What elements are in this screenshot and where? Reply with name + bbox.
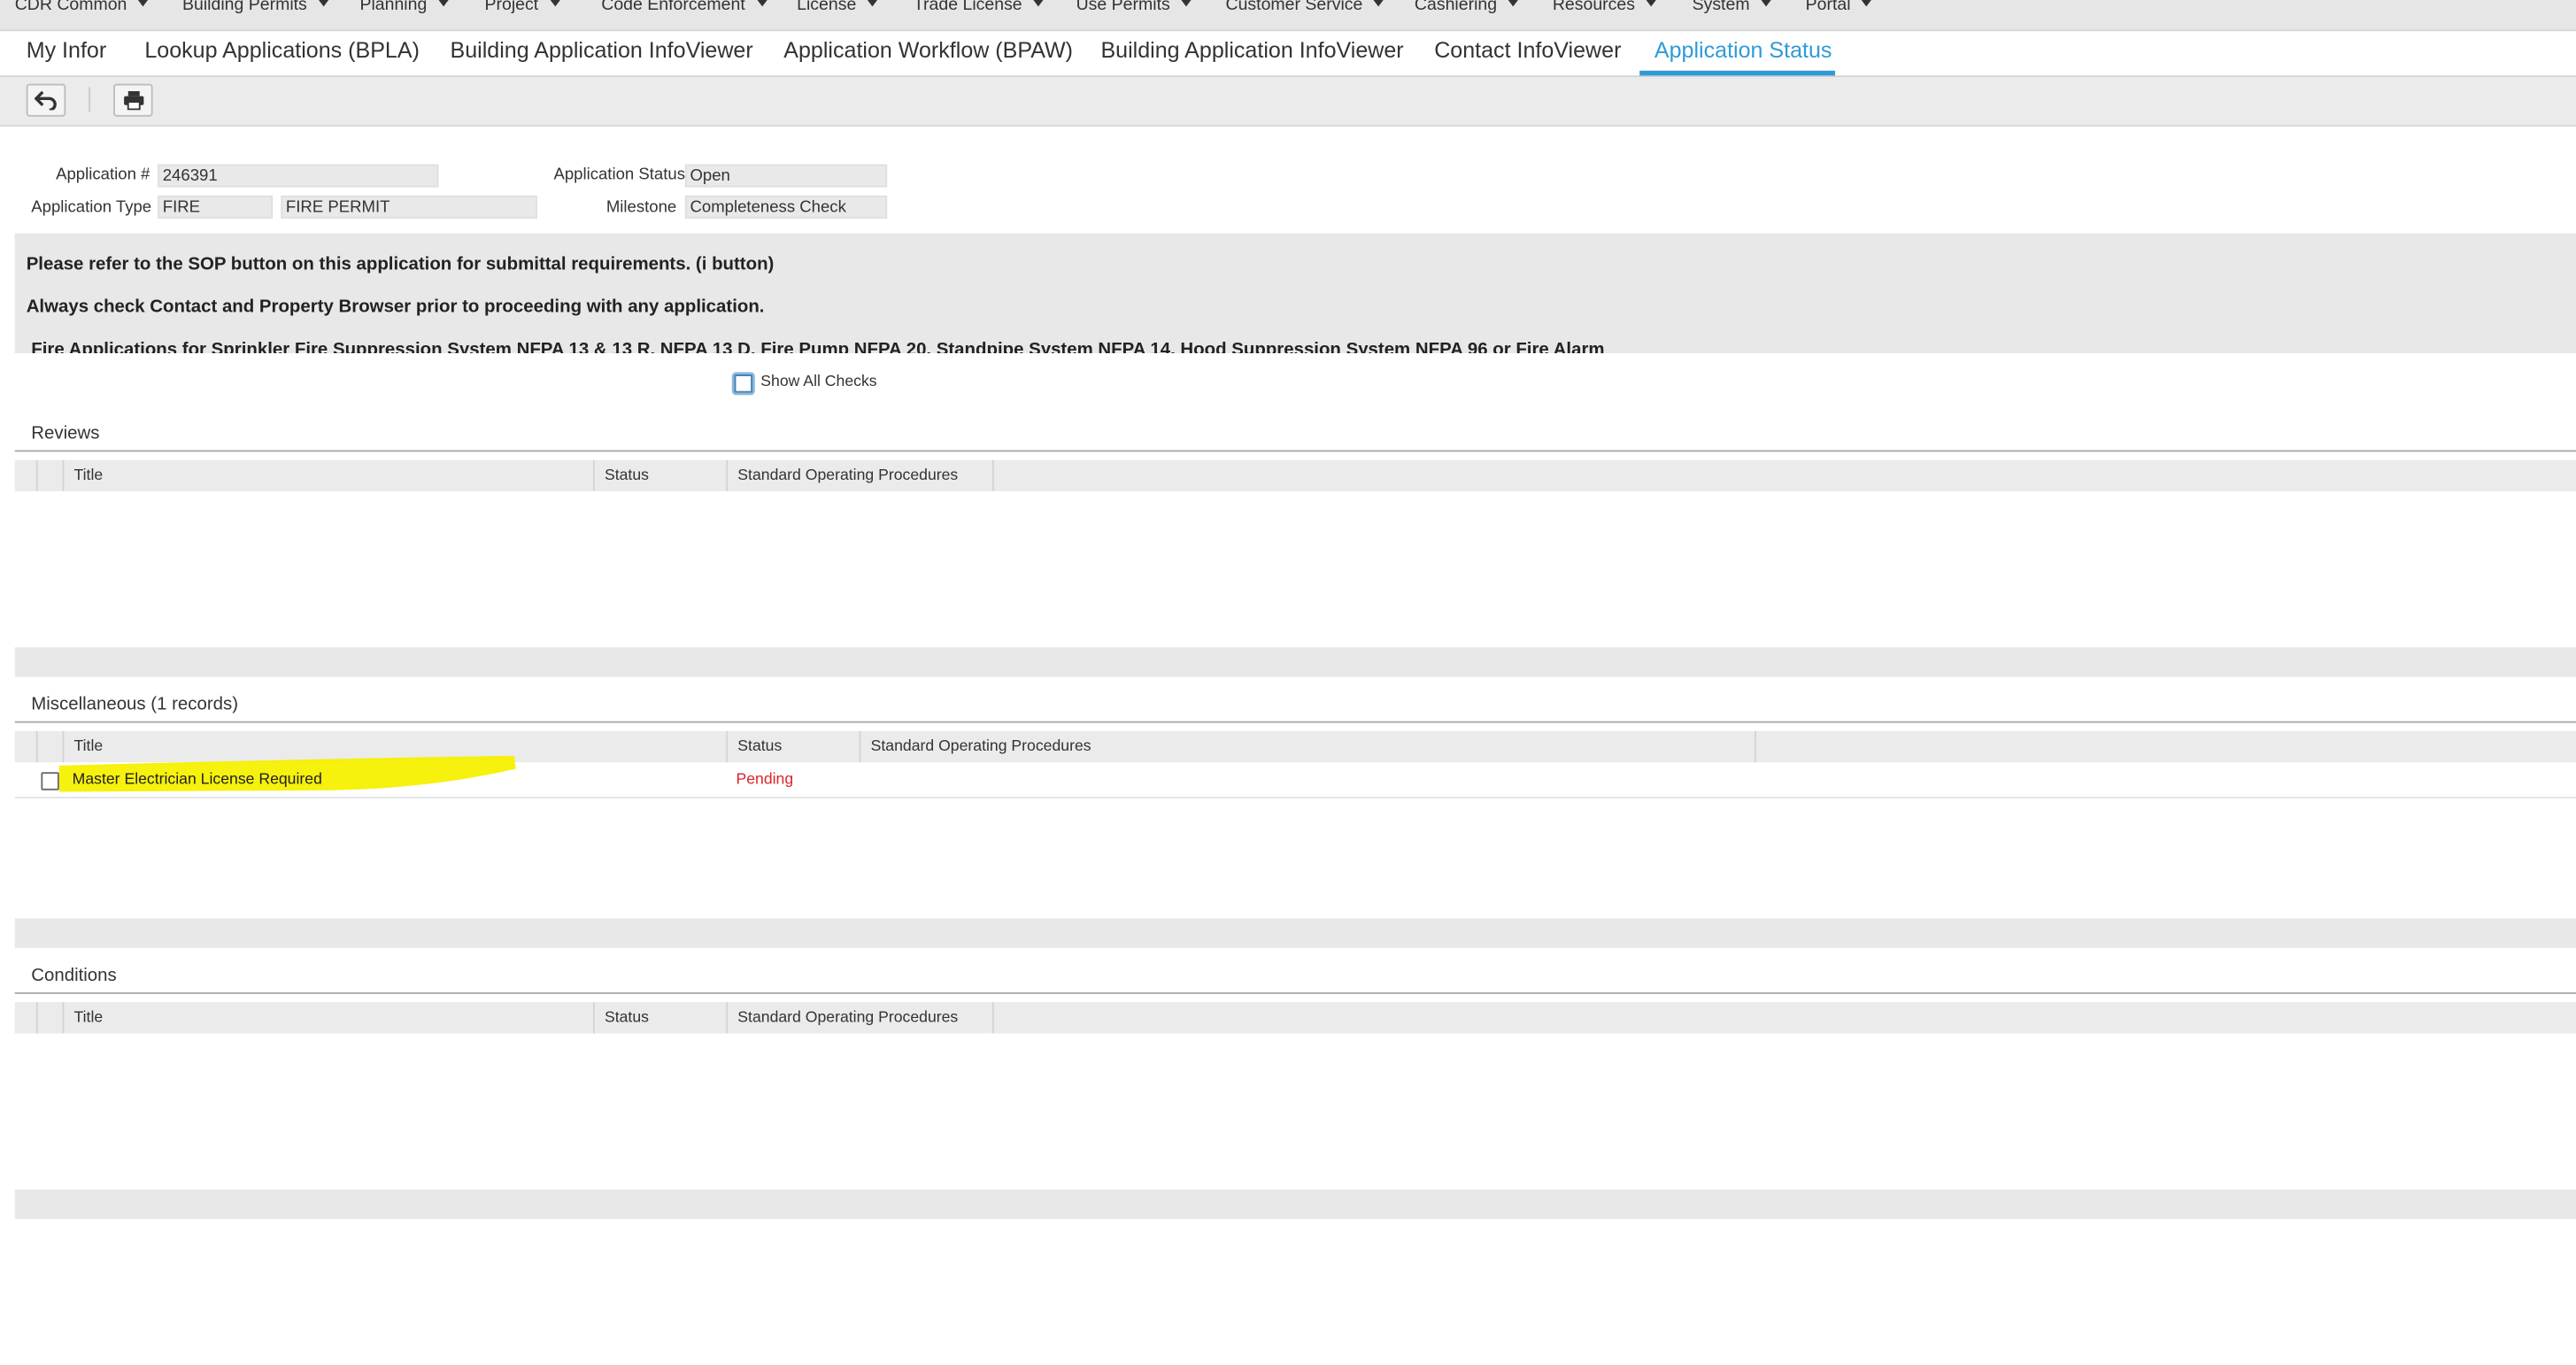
- column-header-sop[interactable]: Standard Operating Procedures: [728, 459, 994, 491]
- column-header-status[interactable]: Status: [728, 730, 861, 763]
- tab-application-status[interactable]: Application Status: [1654, 38, 1832, 63]
- printer-icon: [123, 91, 143, 111]
- grid-select-column: [15, 1002, 38, 1034]
- section-divider: [14, 991, 2576, 994]
- tab-building-application-infoviewer-2[interactable]: Building Application InfoViewer: [1100, 38, 1403, 63]
- toolbar: [0, 77, 2576, 127]
- menu-building-permits[interactable]: Building Permits: [182, 0, 328, 15]
- row-checkbox[interactable]: [41, 772, 59, 790]
- caret-down-icon: [1181, 0, 1192, 7]
- menu-label: System: [1692, 0, 1750, 15]
- caret-down-icon: [550, 0, 560, 7]
- notice-line: Fire Applications for Sprinkler Fire Sup…: [31, 340, 1605, 354]
- caret-down-icon: [1033, 0, 1044, 7]
- menu-label: Resources: [1552, 0, 1635, 15]
- application-type-code-field: FIRE: [158, 195, 274, 219]
- menu-project[interactable]: Project: [484, 0, 560, 15]
- caret-down-icon: [1508, 0, 1519, 7]
- application-status-label: Application Status: [553, 166, 686, 184]
- conditions-grid-footer: [14, 1189, 2576, 1220]
- application-type-label: Application Type: [31, 198, 152, 217]
- menu-license[interactable]: License: [797, 0, 878, 15]
- section-divider: [14, 450, 2576, 452]
- caret-down-icon: [438, 0, 449, 7]
- grid-check-column: [38, 459, 65, 491]
- tab-lookup-applications[interactable]: Lookup Applications (BPLA): [144, 38, 420, 63]
- menu-label: Cashiering: [1414, 0, 1498, 15]
- notice-line: Please refer to the SOP button on this a…: [26, 254, 775, 274]
- caret-down-icon: [756, 0, 767, 7]
- menu-label: CDR Common: [14, 0, 127, 15]
- milestone-field: Completeness Check: [684, 195, 888, 219]
- show-all-checks-label: Show All Checks: [760, 373, 877, 391]
- tab-bar: My Infor Lookup Applications (BPLA) Buil…: [0, 31, 2576, 78]
- grid-select-column: [15, 730, 38, 763]
- row-title: Master Electrician License Required: [72, 770, 322, 789]
- caret-down-icon: [318, 0, 328, 7]
- column-header-sop[interactable]: Standard Operating Procedures: [728, 1002, 994, 1034]
- menu-portal[interactable]: Portal: [1806, 0, 1872, 15]
- caret-down-icon: [1862, 0, 1872, 7]
- menu-resources[interactable]: Resources: [1552, 0, 1657, 15]
- tab-my-infor[interactable]: My Infor: [27, 38, 107, 63]
- menu-label: License: [797, 0, 857, 15]
- reviews-grid-header: Title Status Standard Operating Procedur…: [14, 459, 2576, 491]
- caret-down-icon: [1374, 0, 1384, 7]
- menu-cashiering[interactable]: Cashiering: [1414, 0, 1519, 15]
- menu-label: Code Enforcement: [601, 0, 745, 15]
- misc-section-title: Miscellaneous (1 records): [31, 695, 238, 715]
- application-status-field: Open: [684, 164, 888, 188]
- menu-planning[interactable]: Planning: [359, 0, 449, 15]
- application-number-field: 246391: [158, 164, 439, 188]
- caret-down-icon: [868, 0, 878, 7]
- reviews-grid-footer: [14, 647, 2576, 677]
- tab-building-application-infoviewer[interactable]: Building Application InfoViewer: [451, 38, 753, 63]
- menu-label: Project: [484, 0, 539, 15]
- milestone-label: Milestone: [605, 198, 677, 217]
- menu-use-permits[interactable]: Use Permits: [1076, 0, 1192, 15]
- menu-label: Portal: [1805, 0, 1851, 15]
- column-header-sop[interactable]: Standard Operating Procedures: [860, 730, 1756, 763]
- menu-label: Customer Service: [1225, 0, 1363, 15]
- print-button[interactable]: [113, 83, 153, 117]
- row-status: Pending: [736, 770, 794, 789]
- tab-application-workflow[interactable]: Application Workflow (BPAW): [783, 38, 1073, 63]
- menu-trade-license[interactable]: Trade License: [914, 0, 1044, 15]
- menu-cdr-common[interactable]: CDR Common: [15, 0, 149, 15]
- notice-line: Always check Contact and Property Browse…: [26, 297, 765, 318]
- menu-label: Trade License: [913, 0, 1022, 15]
- column-header-title[interactable]: Title: [64, 459, 595, 491]
- grid-check-column: [38, 1002, 65, 1034]
- misc-grid-footer: [14, 918, 2576, 948]
- caret-down-icon: [1761, 0, 1771, 7]
- caret-down-icon: [138, 0, 149, 7]
- application-number-label: Application #: [56, 166, 150, 184]
- menu-label: Building Permits: [182, 0, 307, 15]
- column-header-title[interactable]: Title: [64, 1002, 595, 1034]
- section-divider: [14, 721, 2576, 723]
- column-header-status[interactable]: Status: [595, 1002, 729, 1034]
- active-tab-indicator: [1639, 70, 1836, 76]
- undo-icon: [34, 90, 57, 111]
- show-all-checks-checkbox[interactable]: [734, 374, 753, 393]
- notice-panel: Please refer to the SOP button on this a…: [14, 233, 2576, 354]
- menu-code-enforcement[interactable]: Code Enforcement: [601, 0, 767, 15]
- tab-contact-infoviewer[interactable]: Contact InfoViewer: [1434, 38, 1621, 63]
- menu-label: Use Permits: [1076, 0, 1170, 15]
- grid-select-column: [15, 459, 38, 491]
- undo-button[interactable]: [26, 83, 66, 117]
- conditions-grid-header: Title Status Standard Operating Procedur…: [14, 1002, 2576, 1034]
- menu-customer-service[interactable]: Customer Service: [1226, 0, 1384, 15]
- toolbar-divider: [89, 87, 91, 112]
- application-type-desc-field: FIRE PERMIT: [281, 195, 537, 219]
- menu-label: Planning: [359, 0, 428, 15]
- column-header-status[interactable]: Status: [595, 459, 729, 491]
- menu-system[interactable]: System: [1693, 0, 1771, 15]
- top-menu-bar: CDR Common Building Permits Planning Pro…: [0, 0, 2576, 32]
- conditions-section-title: Conditions: [31, 966, 117, 986]
- reviews-section-title: Reviews: [31, 423, 100, 444]
- caret-down-icon: [1646, 0, 1657, 7]
- table-row[interactable]: Master Electrician License Required Pend…: [14, 764, 2576, 798]
